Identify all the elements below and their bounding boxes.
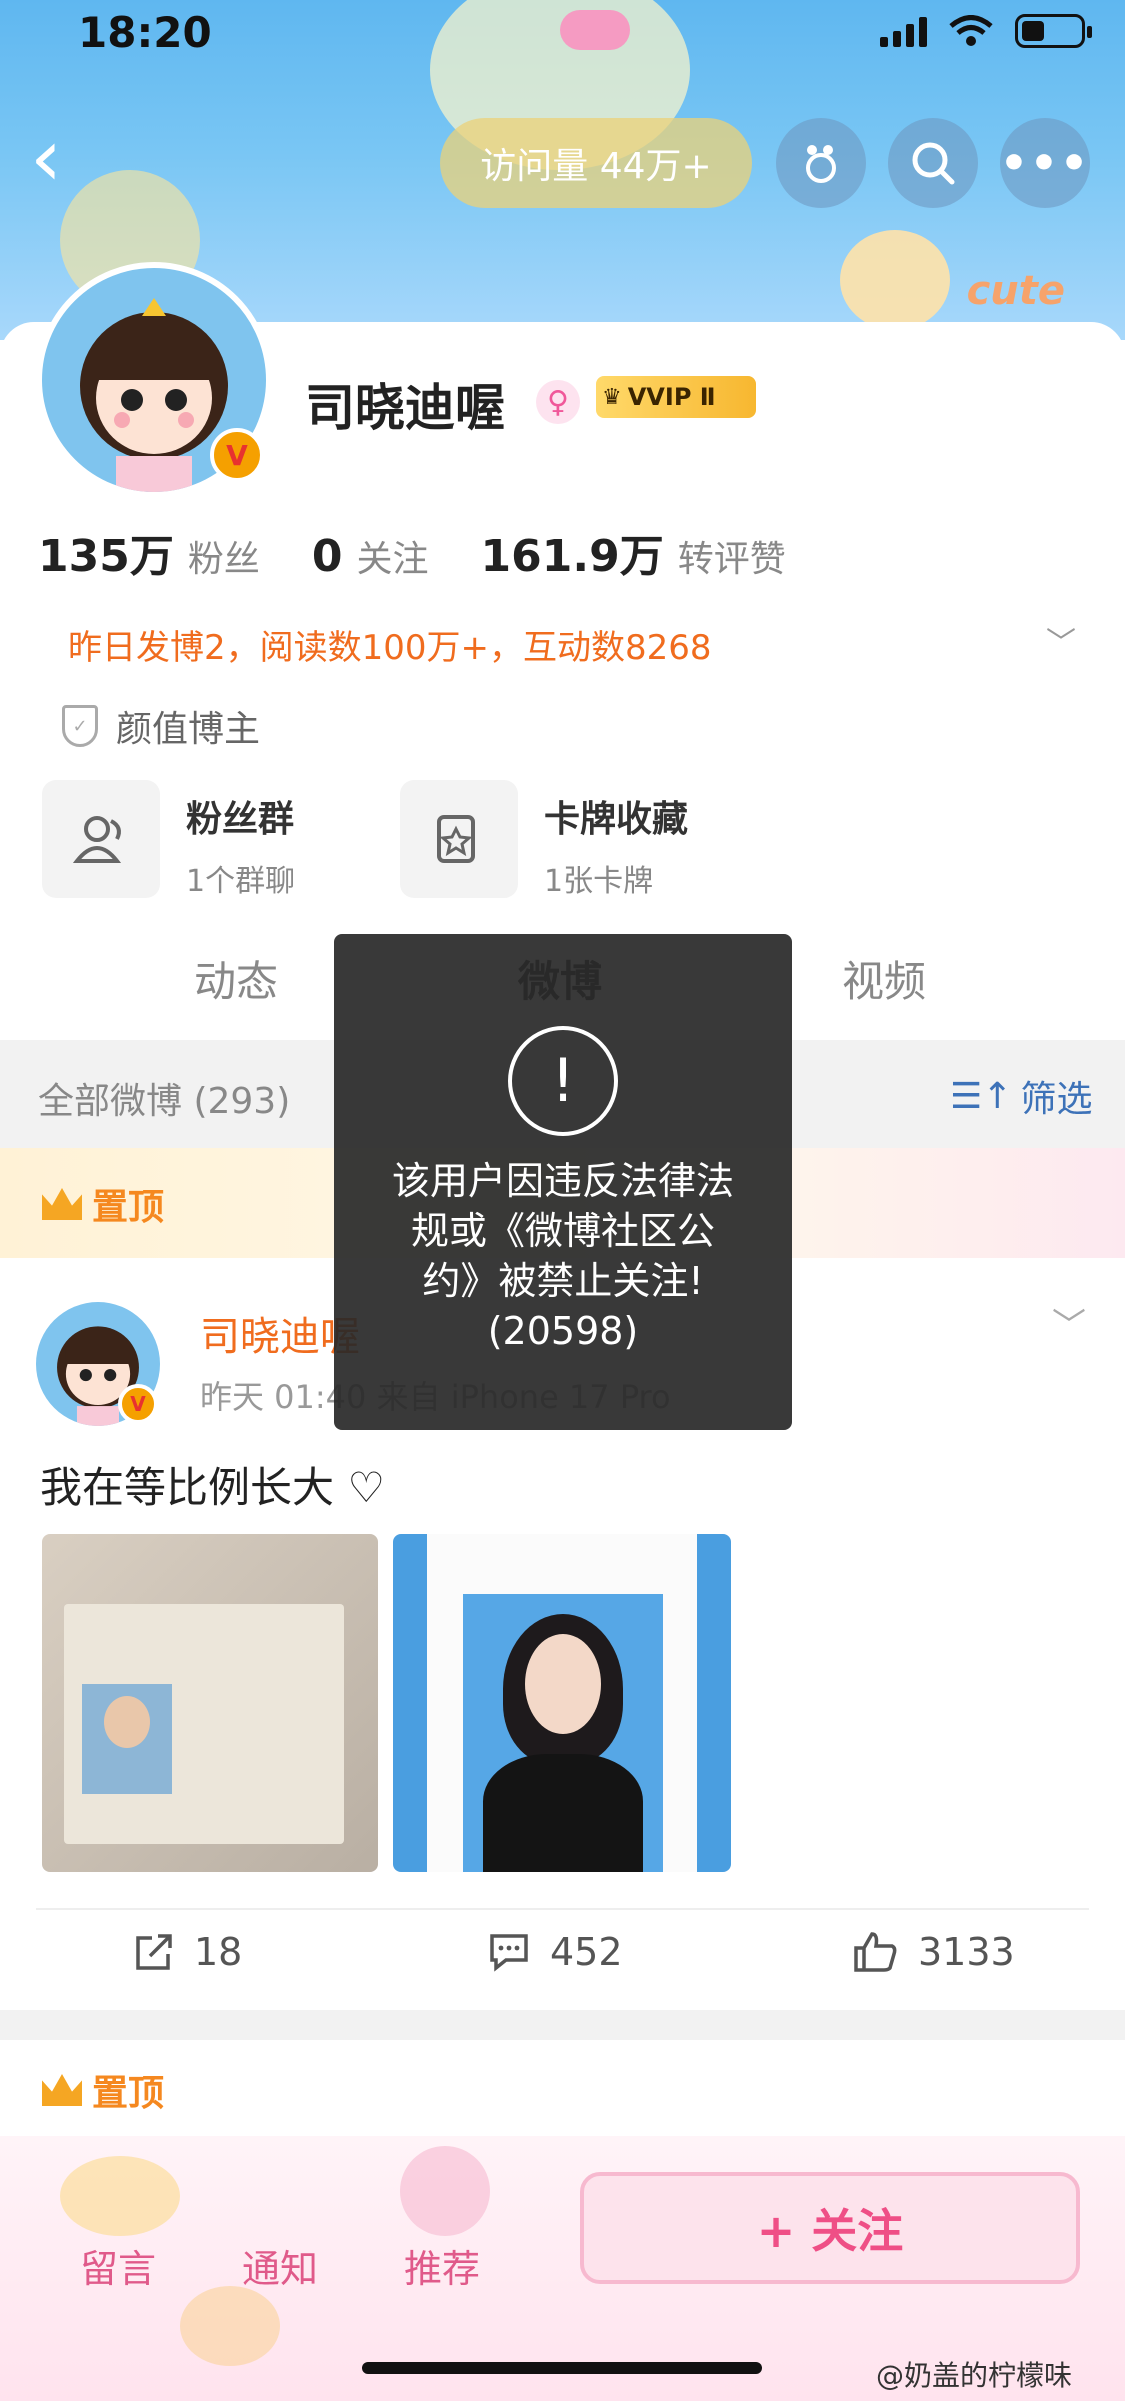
fan-group-icon[interactable]: [42, 780, 160, 898]
like-icon: [854, 1932, 897, 1972]
toast-message: 该用户因违反法律法 规或《微博社区公 约》被禁止关注! (20598): [391, 1159, 734, 1353]
divider: [36, 1908, 1089, 1910]
notification-button[interactable]: 通知: [242, 2238, 318, 2293]
status-icons: [880, 14, 1092, 48]
exclamation-icon: !: [508, 1026, 618, 1136]
filter-label: 筛选: [1020, 1079, 1093, 1120]
gift-button[interactable]: [776, 118, 866, 208]
follow-button[interactable]: + 关注: [580, 2172, 1080, 2284]
reposts-likes-label: 转评赞: [677, 539, 786, 580]
shield-icon: ✓: [62, 705, 98, 747]
verified-badge: V: [210, 428, 264, 482]
more-dots-icon: •••: [999, 137, 1091, 189]
banner-sticker-text: cute: [966, 268, 1065, 314]
followers-count[interactable]: 135万: [38, 520, 174, 584]
comment-icon: [490, 1934, 528, 1972]
group-icon: [73, 816, 122, 863]
like-button[interactable]: 3133: [852, 1930, 1015, 1974]
chevron-down-icon[interactable]: ﹀: [1046, 618, 1076, 662]
card-collection-subtitle: 1张卡牌: [544, 864, 654, 899]
profile-tag-label: 颜值博主: [116, 709, 261, 750]
verified-badge: V: [118, 1384, 158, 1424]
pinned-label: 置顶: [92, 2073, 165, 2114]
error-toast: ! 该用户因违反法律法 规或《微博社区公 约》被禁止关注! (20598): [334, 934, 792, 1430]
wifi-icon: [949, 15, 993, 46]
battery-icon: [1015, 14, 1092, 48]
share-icon: [136, 1934, 172, 1970]
all-weibo-count[interactable]: 全部微博 (293): [38, 1072, 290, 1124]
chevron-down-icon[interactable]: ﹀: [1052, 1298, 1086, 1347]
vvip-label: VVIP Ⅱ: [627, 383, 716, 411]
recommend-button[interactable]: 推荐: [404, 2238, 480, 2293]
search-icon: [912, 142, 955, 185]
comment-button[interactable]: 452: [488, 1930, 623, 1974]
card-collection-icon[interactable]: [400, 780, 518, 898]
female-icon: ♀: [536, 380, 580, 424]
share-count: 18: [194, 1930, 243, 1974]
more-button[interactable]: •••: [1000, 118, 1090, 208]
vvip-badge[interactable]: ♛ VVIP Ⅱ: [596, 376, 756, 418]
post-image-portrait[interactable]: [393, 1534, 731, 1872]
pinned-label: 置顶: [92, 1187, 165, 1228]
watermark: @奶盖的柠檬味: [876, 2359, 1073, 2392]
post-image-passport[interactable]: [42, 1534, 378, 1872]
pinned-header: 置顶: [0, 2040, 1125, 2140]
share-button[interactable]: 18: [134, 1930, 242, 1974]
filter-button[interactable]: ☰↑ 筛选: [950, 1070, 1092, 1122]
like-count: 3133: [918, 1930, 1015, 1974]
filter-icon: ☰↑: [950, 1075, 1013, 1117]
signal-icon: [880, 15, 927, 47]
comment-count: 452: [550, 1930, 623, 1974]
card-collection-title[interactable]: 卡牌收藏: [544, 790, 688, 842]
back-button[interactable]: ‹: [30, 118, 90, 198]
card-icon: [437, 815, 475, 863]
profile-stats: 135万 粉丝 0 关注 161.9万 转评赞: [38, 520, 838, 584]
bear-paw-icon: [806, 145, 836, 183]
yesterday-summary[interactable]: 昨日发博2，阅读数100万+，互动数8268: [68, 620, 712, 669]
message-board-button[interactable]: 留言: [80, 2238, 156, 2293]
fan-group-title[interactable]: 粉丝群: [186, 790, 294, 842]
section-gap: [0, 2010, 1125, 2040]
followers-label: 粉丝: [187, 539, 260, 580]
following-count[interactable]: 0: [312, 531, 343, 582]
following-label: 关注: [356, 539, 429, 580]
search-button[interactable]: [888, 118, 978, 208]
crown-icon: [42, 2074, 82, 2106]
profile-name: 司晓迪喔: [305, 379, 505, 437]
post-text: 我在等比例长大 ♡: [40, 1463, 386, 1512]
visit-count-pill[interactable]: 访问量 44万+: [440, 118, 752, 208]
crown-icon: ♛: [602, 384, 622, 410]
tab-video[interactable]: 视频: [842, 948, 926, 1009]
status-time: 18:20: [78, 8, 212, 57]
tab-activity[interactable]: 动态: [194, 948, 278, 1009]
fan-group-subtitle: 1个群聊: [186, 864, 296, 899]
home-indicator: [362, 2362, 762, 2374]
reposts-likes-count[interactable]: 161.9万: [481, 520, 664, 584]
crown-icon: [42, 1188, 82, 1220]
profile-tag[interactable]: ✓ 颜值博主: [62, 700, 260, 752]
